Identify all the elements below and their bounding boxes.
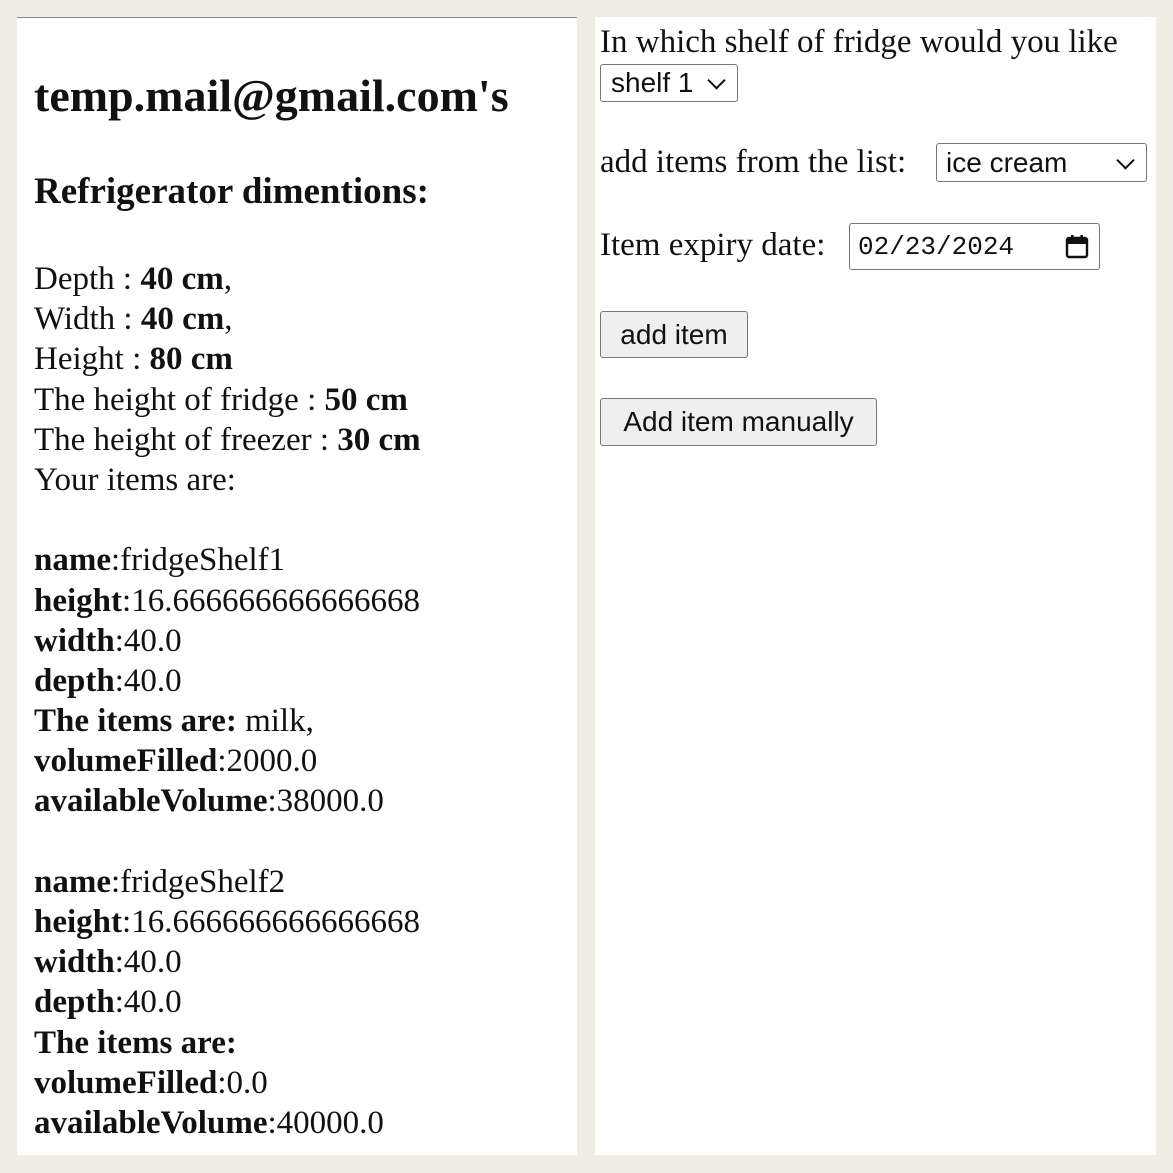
height-line: Height : 80 cm [34,341,233,378]
shelf-depth: depth:40.0 [34,662,182,699]
freezer-height-line: The height of freezer : 30 cm [34,421,421,458]
fridge-details: Depth : 40 cm, Width : 40 cm, Height : 8… [34,259,421,1143]
shelf-height: height:16.666666666666668 [34,582,420,619]
chevron-down-icon [707,71,726,90]
shelf-select[interactable]: shelf 1 [600,64,738,102]
shelf-width: width:40.0 [34,622,182,659]
shelf-volume-filled: volumeFilled:2000.0 [34,743,318,780]
shelf-available-volume: availableVolume:38000.0 [34,783,384,820]
shelf-select-value: shelf 1 [611,67,694,98]
item-select[interactable]: ice cream [936,143,1147,182]
shelf-available-volume: availableVolume:40000.0 [34,1104,384,1141]
width-line: Width : 40 cm, [34,301,233,338]
items-intro: Your items are: [34,461,236,498]
expiry-date-value: 02/23/2024 [858,231,1015,262]
shelf-name: name:fridgeShelf1 [34,542,286,579]
shelf-question: In which shelf of fridge would you like [600,24,1118,60]
shelf-height: height:16.666666666666668 [34,904,420,940]
shelf-block: name:fridgeShelf2 height:16.666666666666… [34,862,421,1143]
shelf-name: name:fridgeShelf2 [34,863,286,900]
chevron-down-icon [1116,150,1135,170]
add-item-manually-button[interactable]: Add item manually [600,398,877,446]
shelf-volume-filled: volumeFilled:0.0 [34,1064,268,1101]
calendar-icon[interactable] [1065,234,1089,260]
shelf-block: name:fridgeShelf1 height:16.666666666666… [34,540,421,821]
add-item-panel: In which shelf of fridge would you like … [595,17,1156,1155]
add-item-button[interactable]: add item [600,311,748,358]
add-items-label: add items from the list: [600,144,907,180]
shelf-items: The items are: [34,1024,237,1061]
shelf-items: The items are: milk, [34,703,314,740]
shelf-depth: depth:40.0 [34,984,182,1021]
fridge-height-line: The height of fridge : 50 cm [34,381,408,418]
dimensions-title: Refrigerator dimentions: [34,171,429,212]
expiry-date-input[interactable]: 02/23/2024 [849,223,1100,270]
shelf-width: width:40.0 [34,944,182,981]
user-title: temp.mail@gmail.com's [34,70,509,121]
item-select-value: ice cream [946,146,1068,178]
depth-line: Depth : 40 cm, [34,261,232,297]
expiry-label: Item expiry date: [600,227,826,263]
fridge-info-panel: temp.mail@gmail.com's Refrigerator dimen… [17,17,577,1155]
